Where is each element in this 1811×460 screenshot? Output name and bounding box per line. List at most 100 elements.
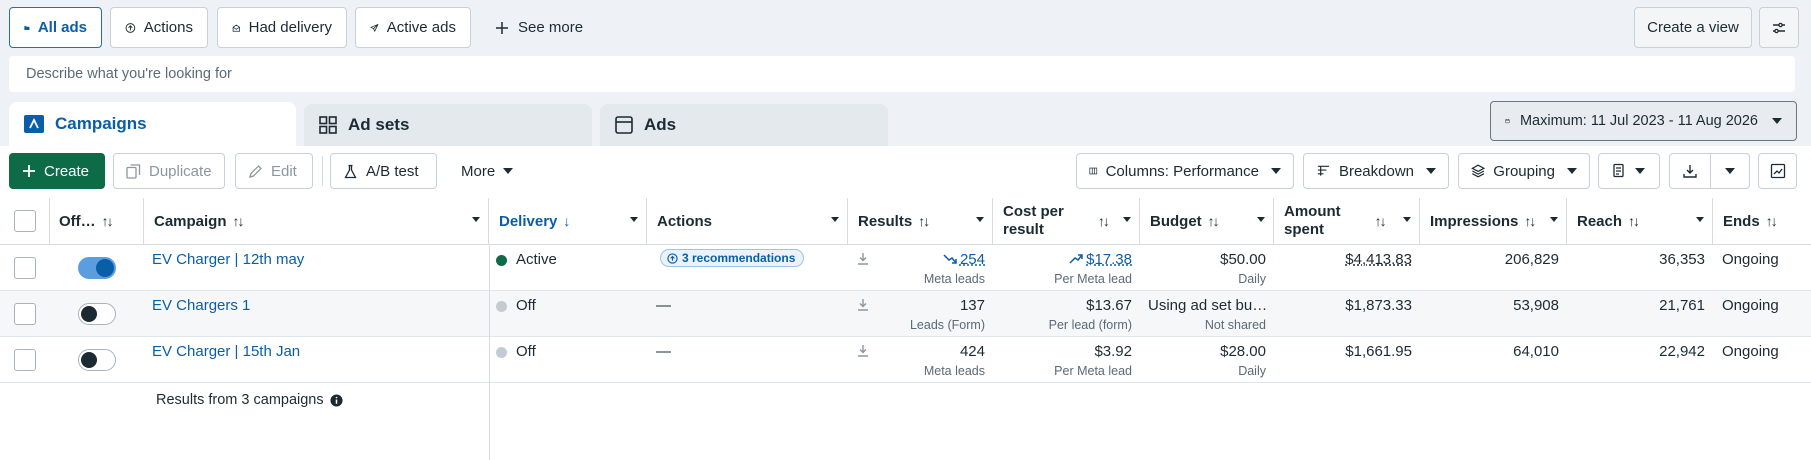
campaign-toggle[interactable] (78, 349, 116, 371)
view-settings-button[interactable] (1759, 7, 1799, 48)
grouping-button[interactable]: Grouping (1458, 153, 1590, 189)
table-row[interactable]: EV Charger | 12th may Active 3 recommend… (0, 245, 1811, 291)
filter-had-delivery-label: Had delivery (248, 19, 332, 36)
header-actions[interactable]: Actions (647, 198, 848, 245)
header-campaign-label: Campaign (154, 212, 227, 230)
row-checkbox[interactable] (14, 303, 36, 325)
sort-icon: ↑↓ (1524, 213, 1536, 229)
chevron-down-icon[interactable] (1257, 217, 1265, 222)
filter-active-ads-label: Active ads (386, 19, 456, 36)
expand-chart-button[interactable] (1758, 153, 1797, 189)
recommendations-badge[interactable]: 3 recommendations (660, 249, 805, 267)
budget-value[interactable]: Using ad set bu… (1148, 297, 1267, 314)
amount-spent-value: $1,661.95 (1345, 343, 1412, 360)
delivery-status-dot (496, 255, 507, 266)
export-button[interactable] (1669, 153, 1711, 189)
header-impressions-label: Impressions (1430, 212, 1519, 230)
table-row[interactable]: EV Charger | 15th Jan Off — 424 Meta lea… (0, 337, 1811, 383)
chevron-down-icon[interactable] (1123, 217, 1131, 222)
budget-value[interactable]: $28.00 (1220, 343, 1266, 360)
campaign-toggle[interactable] (78, 303, 116, 325)
budget-value[interactable]: $50.00 (1220, 251, 1266, 268)
export-menu-button[interactable] (1710, 153, 1750, 189)
edit-button[interactable]: Edit (235, 153, 313, 189)
row-checkbox[interactable] (14, 257, 36, 279)
header-offon[interactable]: Off… ↑↓ (50, 198, 144, 245)
filter-actions[interactable]: Actions (110, 7, 208, 48)
filter-active-ads[interactable]: Active ads (355, 7, 471, 48)
header-impressions[interactable]: Impressions ↑↓ (1420, 198, 1567, 245)
chevron-down-icon[interactable] (1550, 217, 1558, 222)
select-all-checkbox[interactable] (14, 210, 36, 232)
reports-button[interactable] (1598, 153, 1660, 189)
header-spent-label-2: spent (1284, 221, 1325, 238)
header-budget-label: Budget (1150, 212, 1202, 230)
header-cost-per-result[interactable]: Cost per result ↑↓ (993, 198, 1140, 245)
cost-value[interactable]: $17.38 (1069, 251, 1132, 268)
download-icon (1683, 165, 1697, 178)
search-input[interactable]: Describe what you're looking for (9, 56, 1795, 92)
toolbar-divider (322, 156, 323, 186)
header-spent-label-1: Amount (1284, 203, 1341, 220)
ab-test-button[interactable]: A/B test (330, 153, 437, 189)
create-view-button[interactable]: Create a view (1634, 7, 1752, 48)
sort-icon: ↑↓ (1628, 213, 1640, 229)
chevron-down-icon[interactable] (630, 217, 638, 222)
results-value[interactable]: 254 (943, 251, 985, 268)
row-checkbox[interactable] (14, 349, 36, 371)
duplicate-button[interactable]: Duplicate (113, 153, 225, 189)
plus-icon (496, 21, 508, 34)
chevron-down-icon[interactable] (1696, 217, 1704, 222)
chevron-down-icon[interactable] (976, 217, 984, 222)
tab-ads[interactable]: Ads (600, 104, 888, 146)
more-button[interactable]: More (449, 153, 526, 189)
more-label: More (461, 162, 496, 180)
filter-all-ads[interactable]: All ads (9, 7, 102, 48)
download-icon[interactable] (858, 299, 868, 311)
table-row[interactable]: EV Chargers 1 Off — 137 Leads (Form) $13… (0, 291, 1811, 337)
chevron-down-icon[interactable] (831, 217, 839, 222)
budget-sub: Not shared (1204, 318, 1266, 332)
download-icon[interactable] (858, 253, 868, 265)
info-icon[interactable] (330, 393, 343, 407)
campaign-name-link[interactable]: EV Charger | 12th may (152, 251, 304, 268)
search-placeholder: Describe what you're looking for (26, 66, 232, 82)
chevron-down-icon[interactable] (472, 217, 480, 222)
flask-icon (344, 164, 357, 178)
see-more-button[interactable]: See more (480, 7, 597, 48)
chevron-down-icon[interactable] (1403, 217, 1411, 222)
arrow-up-circle-icon (125, 22, 136, 33)
tab-ad-sets[interactable]: Ad sets (304, 104, 592, 146)
date-range-picker[interactable]: Maximum: 11 Jul 2023 - 11 Aug 2026 (1490, 101, 1797, 141)
chevron-down-icon (503, 168, 514, 174)
header-ends[interactable]: Ends ↑↓ (1713, 198, 1811, 245)
header-delivery[interactable]: Delivery ↓ (489, 198, 647, 245)
plus-icon (23, 165, 35, 177)
header-budget[interactable]: Budget ↑↓ (1140, 198, 1274, 245)
campaign-name-link[interactable]: EV Chargers 1 (152, 297, 250, 314)
amount-spent-value: $1,873.33 (1345, 297, 1412, 314)
ends-value: Ongoing (1722, 297, 1779, 314)
tab-campaigns[interactable]: Campaigns (9, 102, 296, 146)
header-select-all (0, 198, 50, 245)
download-icon[interactable] (858, 345, 868, 357)
folder-icon (24, 25, 30, 30)
sort-icon: ↑↓ (1374, 213, 1387, 229)
columns-button[interactable]: Columns: Performance (1076, 153, 1294, 189)
sort-icon: ↑↓ (918, 213, 930, 229)
header-reach[interactable]: Reach ↑↓ (1567, 198, 1713, 245)
chevron-down-icon (1635, 168, 1645, 174)
campaign-toggle[interactable] (78, 257, 116, 279)
breakdown-button[interactable]: Breakdown (1303, 153, 1449, 189)
results-sub: Meta leads (923, 364, 985, 378)
sort-icon: ↑↓ (101, 213, 114, 229)
campaign-name-link[interactable]: EV Charger | 15th Jan (152, 343, 300, 360)
header-results[interactable]: Results ↑↓ (848, 198, 993, 245)
delivery-status: Off (516, 297, 536, 314)
calendar-icon (1505, 118, 1510, 124)
grid-icon (319, 116, 337, 134)
create-button[interactable]: Create (9, 153, 105, 189)
header-amount-spent[interactable]: Amount spent ↑↓ (1274, 198, 1420, 245)
header-campaign[interactable]: Campaign ↑↓ (144, 198, 489, 245)
filter-had-delivery[interactable]: Had delivery (217, 7, 347, 48)
